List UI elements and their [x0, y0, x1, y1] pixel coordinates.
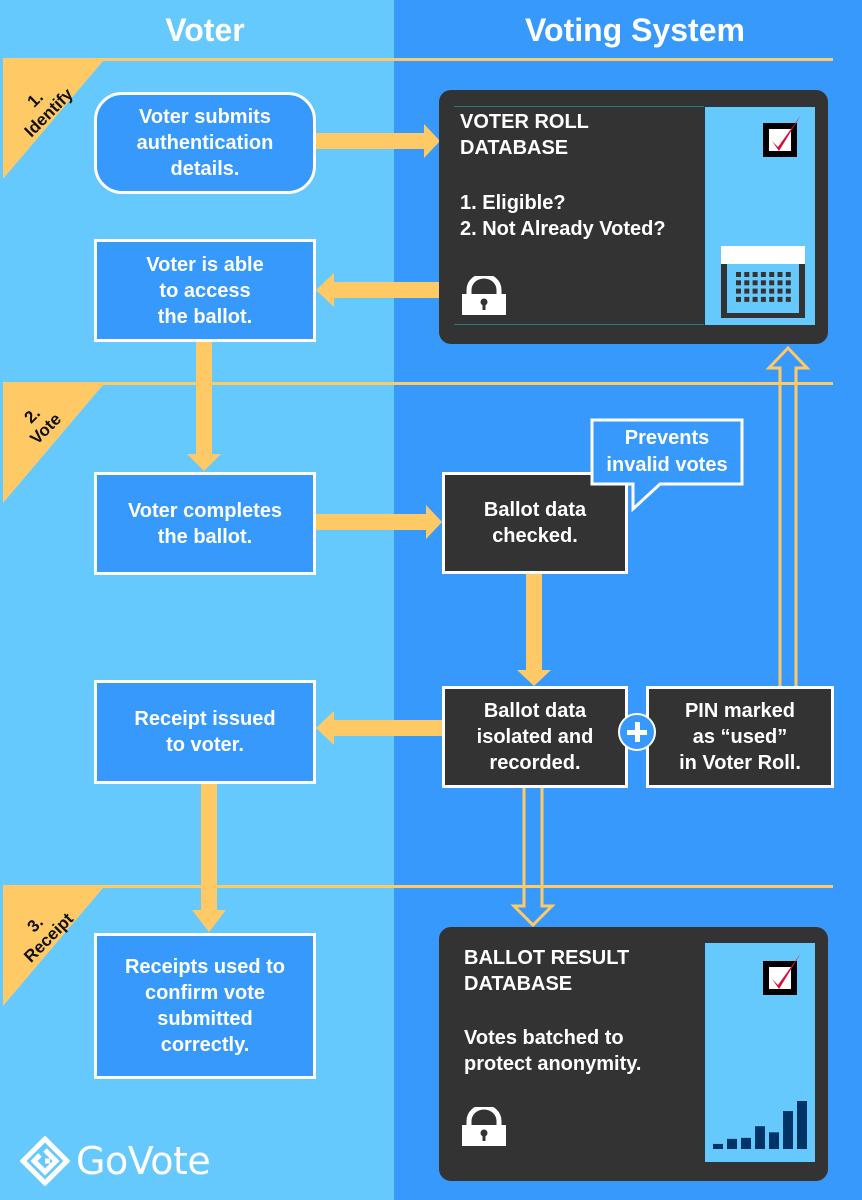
result-bar [769, 1132, 779, 1149]
plus-icon [618, 713, 656, 751]
grid-dot [736, 296, 741, 302]
checkbox-check-icon [763, 115, 801, 157]
grid-dot [777, 272, 783, 277]
step-submit-authentication: Voter submits authentication details. [94, 92, 316, 194]
arrow-isolated-to-result-db [510, 788, 556, 928]
lock-icon [462, 276, 506, 315]
arrow-checked-to-isolated [517, 574, 551, 686]
grid-dot [777, 288, 783, 294]
govote-logo-icon [20, 1136, 70, 1186]
grid-dot [752, 288, 758, 294]
grid-dot [769, 288, 775, 294]
arrow-access-to-complete [187, 342, 221, 471]
step-receipt-issued: Receipt issued to voter. [94, 680, 316, 784]
grid-dot [760, 288, 766, 294]
ballot-result-description: Votes batched to protect anonymity. [464, 1027, 642, 1075]
grid-dot [769, 272, 775, 277]
grid-dot [744, 272, 750, 277]
grid-dot [785, 272, 791, 277]
step-pin-marked: PIN marked as “used” in Voter Roll. [646, 686, 834, 788]
db-rule-bottom [454, 324, 704, 325]
grid-dot [760, 272, 766, 277]
grid-dot [752, 272, 758, 277]
grid-dot [744, 296, 750, 302]
voter-roll-checks: 1. Eligible? 2. Not Already Voted? [460, 192, 666, 240]
grid-dot [769, 280, 775, 286]
voter-roll-database: VOTER ROLL DATABASE 1. Eligible? 2. Not … [439, 90, 828, 344]
step-access-ballot: Voter is able to access the ballot. [94, 239, 316, 342]
voter-roll-panel [705, 107, 815, 325]
grid-dot [760, 296, 766, 302]
grid-dot [777, 280, 783, 286]
grid-dot [736, 288, 741, 294]
step-ballot-isolated: Ballot data isolated and recorded. [442, 686, 628, 788]
result-bar [755, 1126, 765, 1149]
step-receipts-confirm: Receipts used to confirm vote submitted … [94, 933, 316, 1079]
arrow-complete-to-checked [316, 505, 442, 539]
govote-logo-text: GoVote [76, 1139, 211, 1183]
arrow-submit-to-roll [316, 124, 440, 158]
lock-icon [462, 1107, 506, 1146]
voter-roll-title: VOTER ROLL DATABASE [460, 111, 589, 159]
grid-dot [785, 288, 791, 294]
result-bar [783, 1111, 793, 1149]
db-rule-top [454, 106, 704, 107]
grid-dot [785, 280, 791, 286]
arrow-isolated-to-receipt [316, 711, 442, 745]
grid-dot [752, 280, 758, 286]
grid-dot [744, 288, 750, 294]
grid-dot [769, 296, 775, 302]
arrow-receipt-to-confirm [192, 784, 226, 932]
result-bar [727, 1138, 737, 1149]
arrow-roll-to-access [316, 273, 440, 307]
ballot-result-panel [705, 943, 815, 1162]
ballot-box-icon [721, 246, 805, 318]
grid-dot [744, 280, 750, 286]
callout-text: Prevents invalid votes [606, 427, 728, 476]
result-bar [713, 1143, 723, 1149]
ballot-result-title: BALLOT RESULT DATABASE [464, 947, 630, 995]
checkbox-check-icon [763, 953, 801, 995]
grid-dot [785, 296, 791, 302]
step-complete-ballot: Voter completes the ballot. [94, 472, 316, 575]
result-bar [741, 1137, 751, 1149]
arrow-pin-to-voter-roll [765, 345, 811, 686]
result-bar [797, 1101, 807, 1149]
grid-dot [760, 280, 766, 286]
grid-dot [736, 272, 741, 277]
grid-dot [736, 280, 741, 286]
ballot-result-database: BALLOT RESULT DATABASE Votes batched to … [439, 927, 828, 1181]
grid-dot [777, 296, 783, 302]
govote-logo: GoVote [20, 1136, 211, 1186]
grid-dot [752, 296, 758, 302]
bar-chart-icon [713, 1101, 807, 1149]
